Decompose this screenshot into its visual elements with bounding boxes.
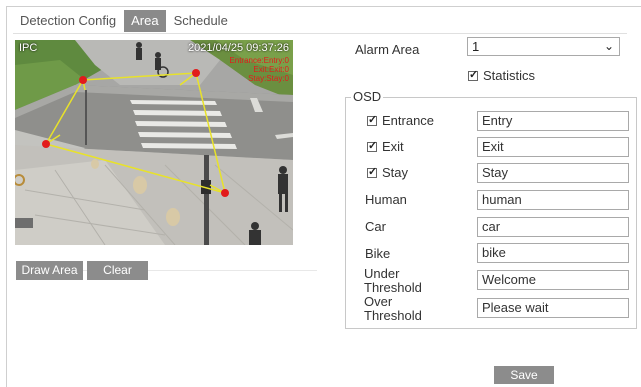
tab-detection-config[interactable]: Detection Config [13, 10, 123, 32]
stay-checkbox[interactable] [367, 165, 377, 178]
camera-timestamp: 2021/04/25 09:37:26 [188, 42, 289, 54]
entrance-label: Entrance [382, 113, 435, 128]
area-point[interactable] [192, 69, 200, 77]
entrance-input[interactable]: Entry [477, 111, 629, 131]
osd-line: Stay:Stay:0 [248, 74, 289, 83]
osd-line: Exit:Exit:0 [253, 65, 289, 74]
save-button[interactable]: Save [494, 366, 554, 384]
camera-preview[interactable]: IPC 2021/04/25 09:37:26 Entrance:Entry:0… [15, 40, 293, 245]
statistics-label: Statistics [483, 68, 536, 83]
human-input[interactable]: human [477, 190, 629, 210]
area-point[interactable] [42, 140, 50, 148]
car-input[interactable]: car [477, 217, 629, 237]
under-threshold-label: Under Threshold [364, 266, 422, 295]
exit-input[interactable]: Exit [477, 137, 629, 157]
entrance-checkbox[interactable] [367, 113, 377, 126]
under-threshold-input[interactable]: Welcome [477, 270, 629, 290]
alarm-area-label: Alarm Area [355, 42, 420, 57]
over-threshold-input[interactable]: Please wait [477, 298, 629, 318]
alarm-area-value: 1 [472, 39, 480, 54]
area-point[interactable] [221, 189, 229, 197]
camera-name: IPC [19, 42, 38, 54]
stay-input[interactable]: Stay [477, 163, 629, 183]
draw-area-button[interactable]: Draw Area [16, 261, 83, 280]
bike-input[interactable]: bike [477, 243, 629, 263]
osd-legend: OSD [351, 89, 384, 104]
human-label: Human [365, 192, 407, 207]
statistics-checkbox[interactable] [468, 68, 478, 81]
alarm-area-select[interactable]: 1 ⌄ [467, 37, 620, 56]
bike-label: Bike [365, 246, 391, 261]
exit-checkbox[interactable] [367, 139, 377, 152]
car-label: Car [365, 219, 386, 234]
tab-divider [13, 33, 627, 34]
exit-label: Exit [382, 139, 404, 154]
camera-osd-overlay: Entrance:Entry:0 Exit:Exit:0 Stay:Stay:0 [229, 56, 289, 83]
over-threshold-label: Over Threshold [364, 294, 422, 323]
stay-label: Stay [382, 165, 409, 180]
tab-bar: Detection Config Area Schedule [13, 10, 236, 32]
tab-schedule[interactable]: Schedule [167, 10, 235, 32]
chevron-down-icon: ⌄ [603, 39, 614, 53]
tab-area[interactable]: Area [124, 10, 166, 32]
clear-button[interactable]: Clear [87, 261, 148, 280]
osd-line: Entrance:Entry:0 [229, 56, 289, 65]
area-point[interactable] [79, 76, 87, 84]
